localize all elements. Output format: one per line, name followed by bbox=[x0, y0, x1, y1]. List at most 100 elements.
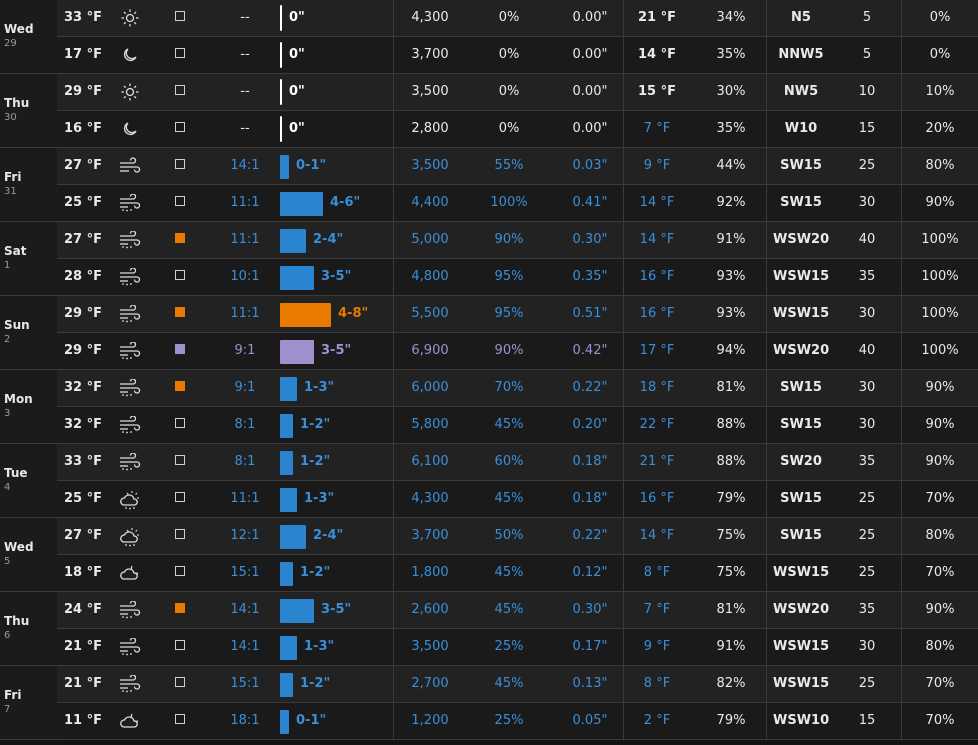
day-name: Sun bbox=[4, 318, 30, 332]
alert-box[interactable] bbox=[170, 370, 190, 406]
forecast-row[interactable]: 33 °F 8:1 1-2" 6,100 60% 0.18" 21 °F 88% SW20 35 9… bbox=[57, 444, 978, 481]
alert-checkbox[interactable] bbox=[175, 344, 185, 354]
snow-level: 3,500 bbox=[411, 158, 449, 173]
divider bbox=[901, 555, 902, 591]
snow-bar bbox=[280, 710, 289, 734]
snow-level: 3,700 bbox=[411, 47, 449, 62]
alert-checkbox[interactable] bbox=[175, 196, 185, 206]
windsnow-icon bbox=[120, 341, 141, 360]
alert-box[interactable] bbox=[170, 74, 190, 110]
alert-box[interactable] bbox=[170, 185, 190, 221]
alert-checkbox[interactable] bbox=[175, 529, 185, 539]
forecast-row[interactable]: 29 °F 11:1 4-8" 5,500 95% 0.51" 16 °F 93% WSW15 3… bbox=[57, 296, 978, 333]
alert-checkbox[interactable] bbox=[175, 233, 185, 243]
alert-checkbox[interactable] bbox=[175, 566, 185, 576]
alert-box[interactable] bbox=[170, 444, 190, 480]
alert-box[interactable] bbox=[170, 481, 190, 517]
divider bbox=[766, 296, 767, 332]
alert-checkbox[interactable] bbox=[175, 418, 185, 428]
alert-box[interactable] bbox=[170, 666, 190, 702]
forecast-row[interactable]: 28 °F 10:1 3-5" 4,800 95% 0.35" 16 °F 93% WSW15 3… bbox=[57, 259, 978, 296]
humidity: 88% bbox=[716, 417, 746, 432]
wind-gust: 30 bbox=[858, 380, 876, 395]
wind-icon bbox=[115, 148, 145, 184]
forecast-row[interactable]: 21 °F 15:1 1-2" 2,700 45% 0.13" 8 °F 82% WSW15 25… bbox=[57, 666, 978, 703]
alert-box[interactable] bbox=[170, 0, 190, 36]
alert-box[interactable] bbox=[170, 407, 190, 443]
alert-checkbox[interactable] bbox=[175, 159, 185, 169]
alert-box[interactable] bbox=[170, 259, 190, 295]
alert-checkbox[interactable] bbox=[175, 603, 185, 613]
forecast-row[interactable]: 25 °F 11:1 1-3" 4,300 45% 0.18" 16 °F 79% SW15 25… bbox=[57, 481, 978, 518]
snow-level: 6,000 bbox=[411, 380, 449, 395]
alert-box[interactable] bbox=[170, 148, 190, 184]
forecast-row[interactable]: 32 °F 9:1 1-3" 6,000 70% 0.22" 18 °F 81% SW15 30 9… bbox=[57, 370, 978, 407]
divider bbox=[901, 518, 902, 554]
forecast-row[interactable]: 24 °F 14:1 3-5" 2,600 45% 0.30" 7 °F 81% WSW20 35… bbox=[57, 592, 978, 629]
alert-checkbox[interactable] bbox=[175, 455, 185, 465]
forecast-row[interactable]: 29 °F -- 0" 3,500 0% 0.00" 15 °F 30% NW5 10 10% bbox=[57, 74, 978, 111]
precip-amount: 0.03" bbox=[572, 158, 608, 173]
snow-ratio: 8:1 bbox=[234, 417, 256, 432]
alert-checkbox[interactable] bbox=[175, 85, 185, 95]
snow-level: 4,300 bbox=[411, 10, 449, 25]
windsnow-icon bbox=[120, 230, 141, 249]
snow-amount: 3-5" bbox=[321, 602, 352, 617]
forecast-row[interactable]: 18 °F 15:1 1-2" 1,800 45% 0.12" 8 °F 75% WSW15 25… bbox=[57, 555, 978, 592]
alert-checkbox[interactable] bbox=[175, 381, 185, 391]
dew-point: 9 °F bbox=[643, 158, 671, 173]
alert-box[interactable] bbox=[170, 629, 190, 665]
divider bbox=[766, 592, 767, 628]
forecast-row[interactable]: 17 °F -- 0" 3,700 0% 0.00" 14 °F 35% NNW5 5 0% bbox=[57, 37, 978, 74]
alert-checkbox[interactable] bbox=[175, 48, 185, 58]
alert-checkbox[interactable] bbox=[175, 122, 185, 132]
alert-box[interactable] bbox=[170, 296, 190, 332]
temperature: 17 °F bbox=[64, 47, 102, 62]
snow-level: 1,800 bbox=[411, 565, 449, 580]
snow-level: 4,300 bbox=[411, 491, 449, 506]
forecast-row[interactable]: 29 °F 9:1 3-5" 6,900 90% 0.42" 17 °F 94% WSW20 40… bbox=[57, 333, 978, 370]
forecast-row[interactable]: 27 °F 11:1 2-4" 5,000 90% 0.30" 14 °F 91% WSW20 4… bbox=[57, 222, 978, 259]
alert-checkbox[interactable] bbox=[175, 714, 185, 724]
temperature: 32 °F bbox=[64, 417, 102, 432]
humidity: 81% bbox=[716, 602, 746, 617]
alert-checkbox[interactable] bbox=[175, 640, 185, 650]
forecast-row[interactable]: 11 °F 18:1 0-1" 1,200 25% 0.05" 2 °F 79% WSW10 15… bbox=[57, 703, 978, 740]
snow-level: 5,500 bbox=[411, 306, 449, 321]
moon-icon bbox=[115, 37, 145, 73]
alert-checkbox[interactable] bbox=[175, 492, 185, 502]
alert-checkbox[interactable] bbox=[175, 270, 185, 280]
divider bbox=[901, 407, 902, 443]
forecast-row[interactable]: 33 °F -- 0" 4,300 0% 0.00" 21 °F 34% N5 5 0% bbox=[57, 0, 978, 37]
humidity: 35% bbox=[716, 47, 746, 62]
snow-ratio: -- bbox=[240, 121, 250, 136]
alert-checkbox[interactable] bbox=[175, 307, 185, 317]
alert-box[interactable] bbox=[170, 518, 190, 554]
forecast-row[interactable]: 21 °F 14:1 1-3" 3,500 25% 0.17" 9 °F 91% WSW15 30… bbox=[57, 629, 978, 666]
forecast-row[interactable]: 27 °F 12:1 2-4" 3,700 50% 0.22" 14 °F 75% SW15 25… bbox=[57, 518, 978, 555]
alert-box[interactable] bbox=[170, 222, 190, 258]
alert-box[interactable] bbox=[170, 592, 190, 628]
day-name: Fri bbox=[4, 688, 22, 702]
dew-point: 14 °F bbox=[639, 232, 675, 247]
forecast-row[interactable]: 32 °F 8:1 1-2" 5,800 45% 0.20" 22 °F 88% SW15 30 9… bbox=[57, 407, 978, 444]
divider bbox=[393, 481, 394, 517]
alert-box[interactable] bbox=[170, 333, 190, 369]
precip-chance: 60% bbox=[494, 454, 524, 469]
forecast-row[interactable]: 27 °F 14:1 0-1" 3,500 55% 0.03" 9 °F 44% SW15 25 8… bbox=[57, 148, 978, 185]
day-cell: Tue 4 bbox=[0, 444, 57, 518]
cloud-cover: 0% bbox=[929, 47, 951, 62]
alert-box[interactable] bbox=[170, 555, 190, 591]
alert-box[interactable] bbox=[170, 111, 190, 147]
alert-box[interactable] bbox=[170, 703, 190, 739]
humidity: 93% bbox=[716, 306, 746, 321]
forecast-row[interactable]: 25 °F 11:1 4-6" 4,400 100% 0.41" 14 °F 92% SW15 3… bbox=[57, 185, 978, 222]
alert-checkbox[interactable] bbox=[175, 677, 185, 687]
forecast-row[interactable]: 16 °F -- 0" 2,800 0% 0.00" 7 °F 35% W10 15 20% bbox=[57, 111, 978, 148]
cloud-cover: 80% bbox=[925, 158, 955, 173]
temperature: 27 °F bbox=[64, 158, 102, 173]
snow-bar bbox=[280, 636, 297, 660]
alert-checkbox[interactable] bbox=[175, 11, 185, 21]
alert-box[interactable] bbox=[170, 37, 190, 73]
divider bbox=[901, 0, 902, 36]
